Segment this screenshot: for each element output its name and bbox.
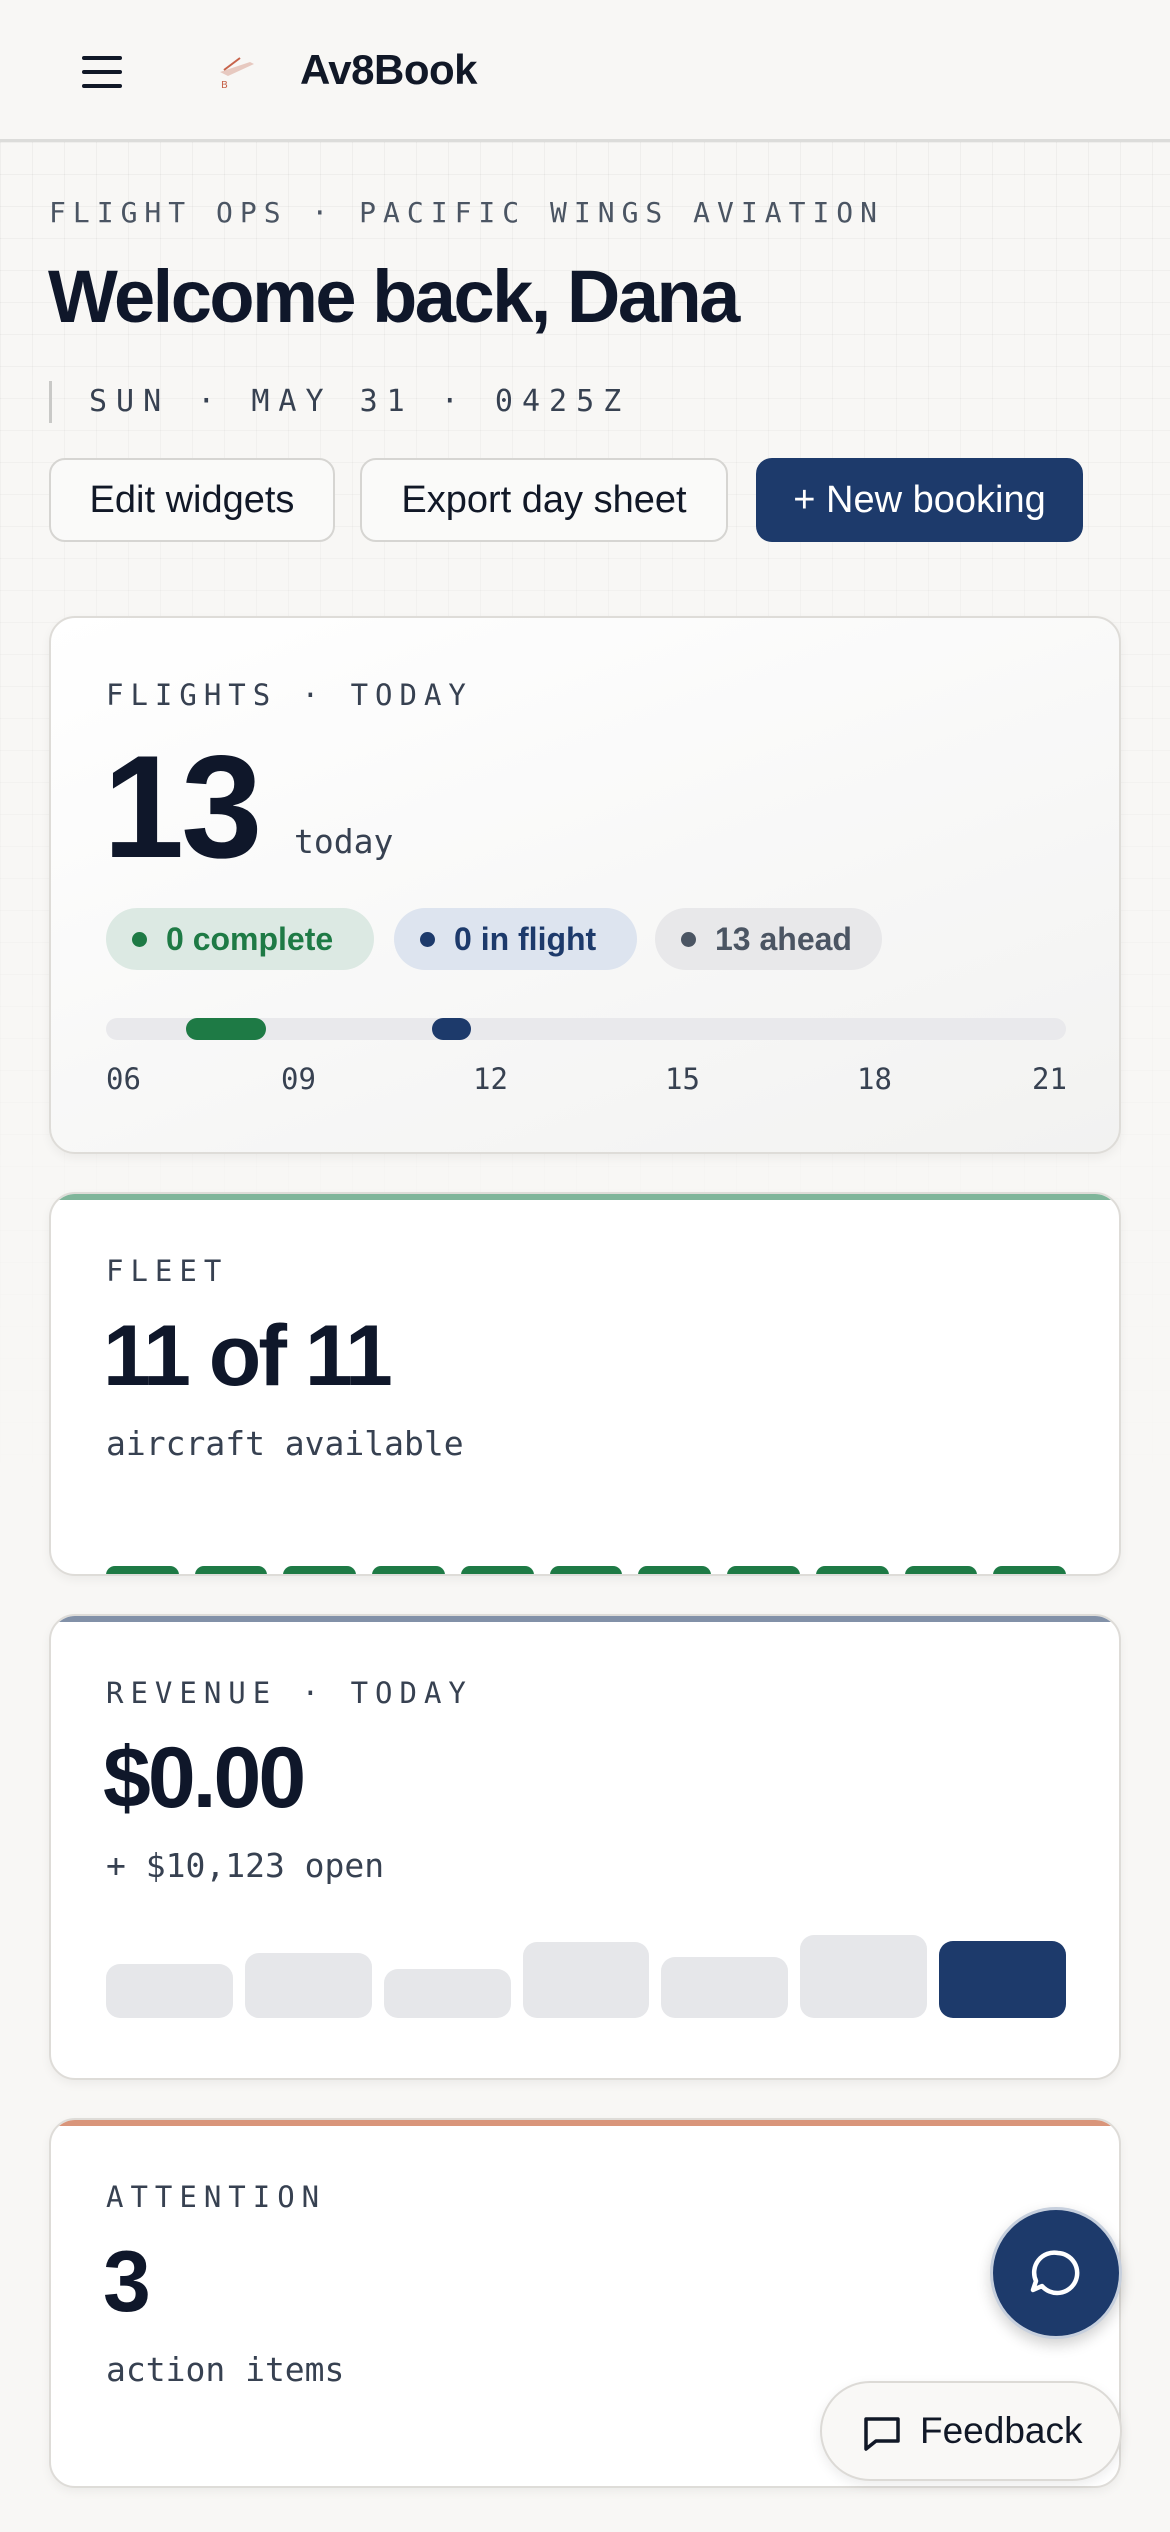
message-square-icon (864, 2417, 900, 2451)
date-line: SUN · MAY 31 · 0425Z (49, 381, 630, 423)
timeline-tick-label: 06 (106, 1062, 141, 1096)
revenue-value: $0.00 (103, 1730, 306, 1826)
feedback-button[interactable]: Feedback (820, 2381, 1122, 2481)
timeline-tick-label: 18 (857, 1062, 892, 1096)
timeline-segment-complete[interactable] (186, 1018, 266, 1040)
aircraft-status-bar (904, 1566, 978, 1574)
aircraft-status-bar (727, 1566, 800, 1574)
aircraft-status-bar (460, 1566, 534, 1574)
timeline-segment-in-flight[interactable] (432, 1018, 471, 1040)
revenue-day-bar[interactable] (939, 1940, 1066, 2018)
airplane-logo-icon: B (210, 48, 262, 96)
attention-count: 3 (103, 2234, 151, 2330)
revenue-day-bar[interactable] (383, 1968, 511, 2018)
fleet-card[interactable]: FLEET 11 of 11 aircraft available (49, 1192, 1121, 1576)
card-label: FLIGHTS · TODAY (106, 678, 473, 712)
revenue-day-bar[interactable] (800, 1935, 928, 2018)
status-pill-ahead: 13 ahead (655, 908, 882, 970)
hamburger-menu-icon[interactable] (70, 48, 134, 96)
timeline-tick-label: 09 (281, 1062, 316, 1096)
fleet-subtitle: aircraft available (106, 1424, 464, 1463)
card-label: FLEET (106, 1254, 229, 1288)
navy-dot-icon (420, 932, 435, 947)
card-accent-bar (51, 2120, 1119, 2126)
status-pill-complete: 0 complete (106, 908, 374, 970)
edit-widgets-button[interactable]: Edit widgets (49, 458, 335, 542)
aircraft-status-bar (283, 1566, 357, 1574)
revenue-day-bar[interactable] (106, 1964, 233, 2018)
card-label: REVENUE · TODAY (106, 1676, 473, 1710)
top-bar: B Av8Book (0, 0, 1170, 142)
aircraft-status-bar (993, 1566, 1066, 1574)
revenue-day-bar[interactable] (661, 1956, 789, 2018)
timeline-tick-label: 12 (473, 1062, 508, 1096)
gray-dot-icon (681, 932, 696, 947)
new-booking-button[interactable]: + New booking (756, 458, 1083, 542)
card-accent-bar (51, 1194, 1119, 1200)
page-eyebrow: FLIGHT OPS · PACIFIC WINGS AVIATION (49, 196, 885, 229)
attention-subtitle: action items (106, 2350, 345, 2389)
aircraft-status-bar (106, 1566, 179, 1574)
aircraft-status-bar (815, 1566, 889, 1574)
revenue-today-card[interactable]: REVENUE · TODAY $0.00 + $10,123 open (49, 1614, 1121, 2080)
app-title: Av8Book (300, 46, 478, 93)
flights-count: 13 (103, 725, 262, 888)
aircraft-status-bar (194, 1566, 268, 1574)
aircraft-status-bar (372, 1566, 445, 1574)
flights-count-suffix: today (294, 822, 394, 861)
chat-button[interactable] (990, 2207, 1122, 2339)
revenue-day-bar[interactable] (522, 1942, 650, 2018)
fleet-value: 11 of 11 (103, 1308, 393, 1404)
revenue-open-amount: + $10,123 open (106, 1846, 385, 1885)
aircraft-status-bar (638, 1566, 712, 1574)
card-accent-bar (51, 1616, 1119, 1622)
revenue-day-bar[interactable] (244, 1953, 372, 2018)
svg-text:B: B (221, 80, 228, 91)
chat-bubble-icon (1030, 2250, 1080, 2296)
status-pill-in-flight: 0 in flight (394, 908, 637, 970)
feedback-label: Feedback (920, 2410, 1083, 2451)
green-dot-icon (132, 932, 147, 947)
aircraft-status-bar (549, 1566, 623, 1574)
flights-today-card[interactable]: FLIGHTS · TODAY 13 today 0 complete 0 in… (49, 616, 1121, 1154)
card-label: ATTENTION (106, 2180, 327, 2214)
export-day-sheet-button[interactable]: Export day sheet (360, 458, 728, 542)
timeline-tick-label: 21 (1032, 1062, 1067, 1096)
page-title: Welcome back, Dana (48, 255, 740, 338)
timeline-tick-label: 15 (665, 1062, 700, 1096)
